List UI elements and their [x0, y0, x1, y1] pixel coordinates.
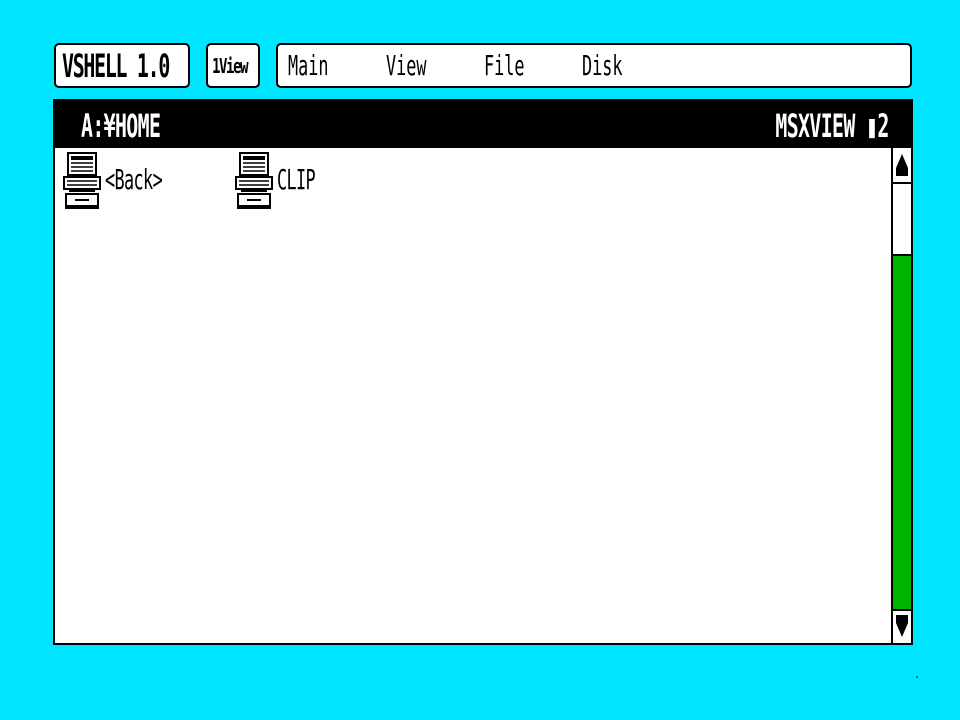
- app-title: VSHELL 1.0: [54, 43, 190, 88]
- menu-item-view[interactable]: View: [386, 49, 451, 82]
- file-window: A:¥HOME MSXVIEW ▮2 <Back> CLIP: [53, 99, 913, 645]
- file-item-clip[interactable]: CLIP: [235, 151, 340, 211]
- file-item-back[interactable]: <Back>: [63, 151, 200, 211]
- view-button[interactable]: 1View: [206, 43, 260, 88]
- menu-item-file[interactable]: File: [484, 49, 549, 82]
- menu-item-disk[interactable]: Disk: [582, 49, 647, 82]
- arrow-down-icon: [896, 615, 908, 637]
- app-title-text: VSHELL 1.0: [62, 46, 170, 85]
- scroll-track[interactable]: [893, 256, 911, 609]
- arrow-up-icon: [896, 154, 908, 176]
- app-name-label: MSXVIEW ▮2: [775, 107, 890, 145]
- path-label: A:¥HOME: [81, 107, 161, 145]
- computer-icon: [235, 152, 273, 209]
- scroll-up-button[interactable]: [893, 148, 911, 184]
- scroll-down-button[interactable]: [893, 609, 911, 643]
- menu-item-main[interactable]: Main: [288, 49, 353, 82]
- file-list: <Back> CLIP: [55, 148, 891, 643]
- screen-dot: [916, 676, 918, 678]
- computer-icon: [63, 152, 101, 209]
- scroll-thumb[interactable]: [893, 184, 911, 256]
- view-button-label: 1View: [212, 53, 249, 78]
- file-label: <Back>: [105, 163, 163, 196]
- vertical-scrollbar[interactable]: [891, 148, 911, 643]
- window-title-bar[interactable]: A:¥HOME MSXVIEW ▮2: [55, 101, 911, 148]
- file-label: CLIP: [277, 163, 316, 196]
- menu-bar: Main View File Disk: [276, 43, 912, 88]
